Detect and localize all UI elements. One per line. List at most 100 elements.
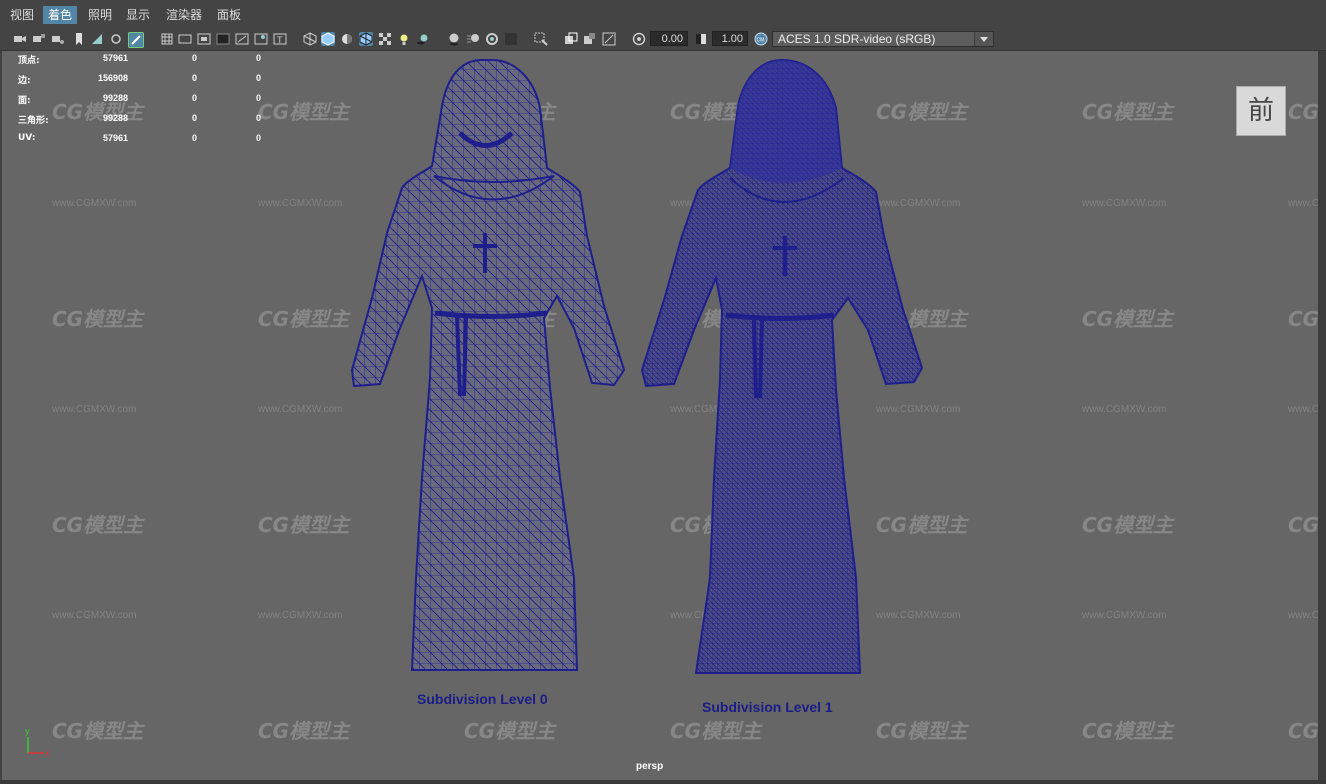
watermark-logo: CG模型主 (1288, 719, 1318, 743)
image-plane-icon[interactable] (90, 32, 104, 46)
menu-show[interactable]: 显示 (121, 6, 155, 24)
field-chart-icon[interactable] (235, 32, 249, 46)
hud-label: 边: (18, 76, 31, 86)
shadows-icon[interactable] (416, 32, 430, 46)
menu-shading[interactable]: 着色 (43, 6, 78, 24)
hud-value: 0 (255, 93, 261, 103)
robe-model-subdivision-0[interactable] (342, 58, 642, 683)
wireframe-on-shaded-icon[interactable] (359, 32, 373, 46)
watermark-url: www.CGMXW.com (1288, 198, 1318, 209)
hud-value: 0 (255, 53, 261, 63)
hud-value: 0 (255, 133, 261, 143)
axis-x-label: x (45, 748, 50, 758)
caption-subdivision-0: Subdivision Level 0 (417, 691, 548, 707)
watermark-url: www.CGMXW.com (1082, 404, 1167, 415)
default-material-icon[interactable] (340, 32, 354, 46)
watermark-url: www.CGMXW.com (1288, 610, 1318, 621)
hud-value: 0 (255, 73, 261, 83)
hud-value: 57961 (102, 133, 128, 143)
watermark-url: www.CGMXW.com (258, 198, 343, 209)
viewport-menubar: 视图 着色 照明 显示 渲染器 面板 (0, 0, 1326, 29)
watermark-url: www.CGMXW.com (52, 198, 137, 209)
safe-action-icon[interactable] (254, 32, 268, 46)
axis-gizmo-icon: y x (25, 726, 50, 758)
3d-viewport[interactable]: CG模型主 CG模型主 CG模型主 CG模型主 CG模型主 CG模型主 CG模型主 CG模型主… (2, 51, 1318, 780)
camera-lock-icon[interactable] (32, 32, 46, 46)
lighting-icon[interactable] (397, 32, 411, 46)
hud-value: 0 (255, 113, 261, 123)
menu-view[interactable]: 视图 (5, 6, 39, 24)
watermark-logo: CG模型主 (258, 307, 350, 331)
hud-value: 156908 (97, 73, 128, 83)
screen-space-ao-icon[interactable] (447, 32, 461, 46)
watermark-url: www.CGMXW.com (1082, 198, 1167, 209)
color-space-dropdown[interactable]: ACES 1.0 SDR-video (sRGB) (772, 31, 994, 47)
right-panel-edge (1318, 51, 1326, 780)
xray-components-icon[interactable] (602, 32, 616, 46)
color-management-icon[interactable]: CM (754, 32, 768, 46)
svg-text:T: T (277, 35, 283, 45)
watermark-logo: CG模型主 (258, 513, 350, 537)
watermark-logo: CG模型主 (1082, 100, 1174, 124)
view-cube[interactable]: 前 (1236, 86, 1286, 136)
grid-icon[interactable] (160, 32, 174, 46)
watermark-logo: CG模型主 (670, 719, 762, 743)
wireframe-icon[interactable] (303, 32, 317, 46)
gamma-icon[interactable] (694, 32, 708, 46)
resolution-gate-icon[interactable] (197, 32, 211, 46)
robe-model-subdivision-1[interactable] (632, 58, 932, 683)
exposure-field[interactable]: 0.00 (650, 31, 688, 46)
menu-renderer[interactable]: 渲染器 (161, 6, 207, 24)
hud-value: 0 (191, 73, 197, 83)
xray-icon[interactable] (564, 32, 578, 46)
hud-value: 99288 (102, 93, 128, 103)
menu-panels[interactable]: 面板 (212, 6, 246, 24)
watermark-url: www.CGMXW.com (258, 610, 343, 621)
isolate-select-icon[interactable] (534, 32, 548, 46)
axis-y-label: y (25, 726, 30, 736)
hud-value: 0 (191, 113, 197, 123)
watermark-logo: CG模型主 (1288, 100, 1318, 124)
two-d-pan-zoom-icon[interactable] (109, 32, 123, 46)
watermark-logo: CG模型主 (876, 719, 968, 743)
watermark-logo: CG模型主 (464, 719, 556, 743)
hud-value: 0 (191, 53, 197, 63)
depth-of-field-icon[interactable] (504, 32, 518, 46)
film-gate-icon[interactable] (178, 32, 192, 46)
menu-lighting[interactable]: 照明 (83, 6, 117, 24)
bookmark-icon[interactable] (72, 32, 86, 46)
xray-joints-icon[interactable] (583, 32, 597, 46)
smooth-shade-icon[interactable] (321, 32, 335, 46)
textured-icon[interactable] (378, 32, 392, 46)
chevron-down-icon (974, 32, 993, 46)
safe-title-icon[interactable]: T (273, 32, 287, 46)
grease-pencil-icon[interactable] (128, 32, 144, 48)
camera-name: persp (636, 761, 664, 772)
watermark-logo: CG模型主 (1082, 513, 1174, 537)
watermark-url: www.CGMXW.com (52, 610, 137, 621)
svg-text:CM: CM (757, 38, 765, 44)
hud-label: UV: (18, 133, 36, 143)
watermark-logo: CG模型主 (1082, 719, 1174, 743)
hud-value: 0 (191, 133, 197, 143)
watermark-logo: CG模型主 (258, 100, 350, 124)
hud-value: 99288 (102, 113, 128, 123)
hud-label: 顶点: (18, 56, 40, 66)
watermark-url: www.CGMXW.com (1082, 610, 1167, 621)
watermark-logo: CG模型主 (1288, 513, 1318, 537)
motion-blur-icon[interactable] (466, 32, 480, 46)
gamma-field[interactable]: 1.00 (712, 31, 748, 46)
anti-aliasing-icon[interactable] (485, 32, 499, 46)
hud-label: 三角形: (18, 116, 49, 126)
watermark-url: www.CGMXW.com (1288, 404, 1318, 415)
watermark-logo: CG模型主 (258, 719, 350, 743)
exposure-icon[interactable] (632, 32, 646, 46)
watermark-url: www.CGMXW.com (258, 404, 343, 415)
camera-icon[interactable] (13, 32, 27, 46)
camera-attributes-icon[interactable] (51, 32, 65, 46)
watermark-logo: CG模型主 (52, 307, 144, 331)
watermark-url: www.CGMXW.com (52, 404, 137, 415)
hud-label: 面: (18, 96, 31, 106)
gate-mask-icon[interactable] (216, 32, 230, 46)
hud-value: 57961 (102, 53, 128, 63)
